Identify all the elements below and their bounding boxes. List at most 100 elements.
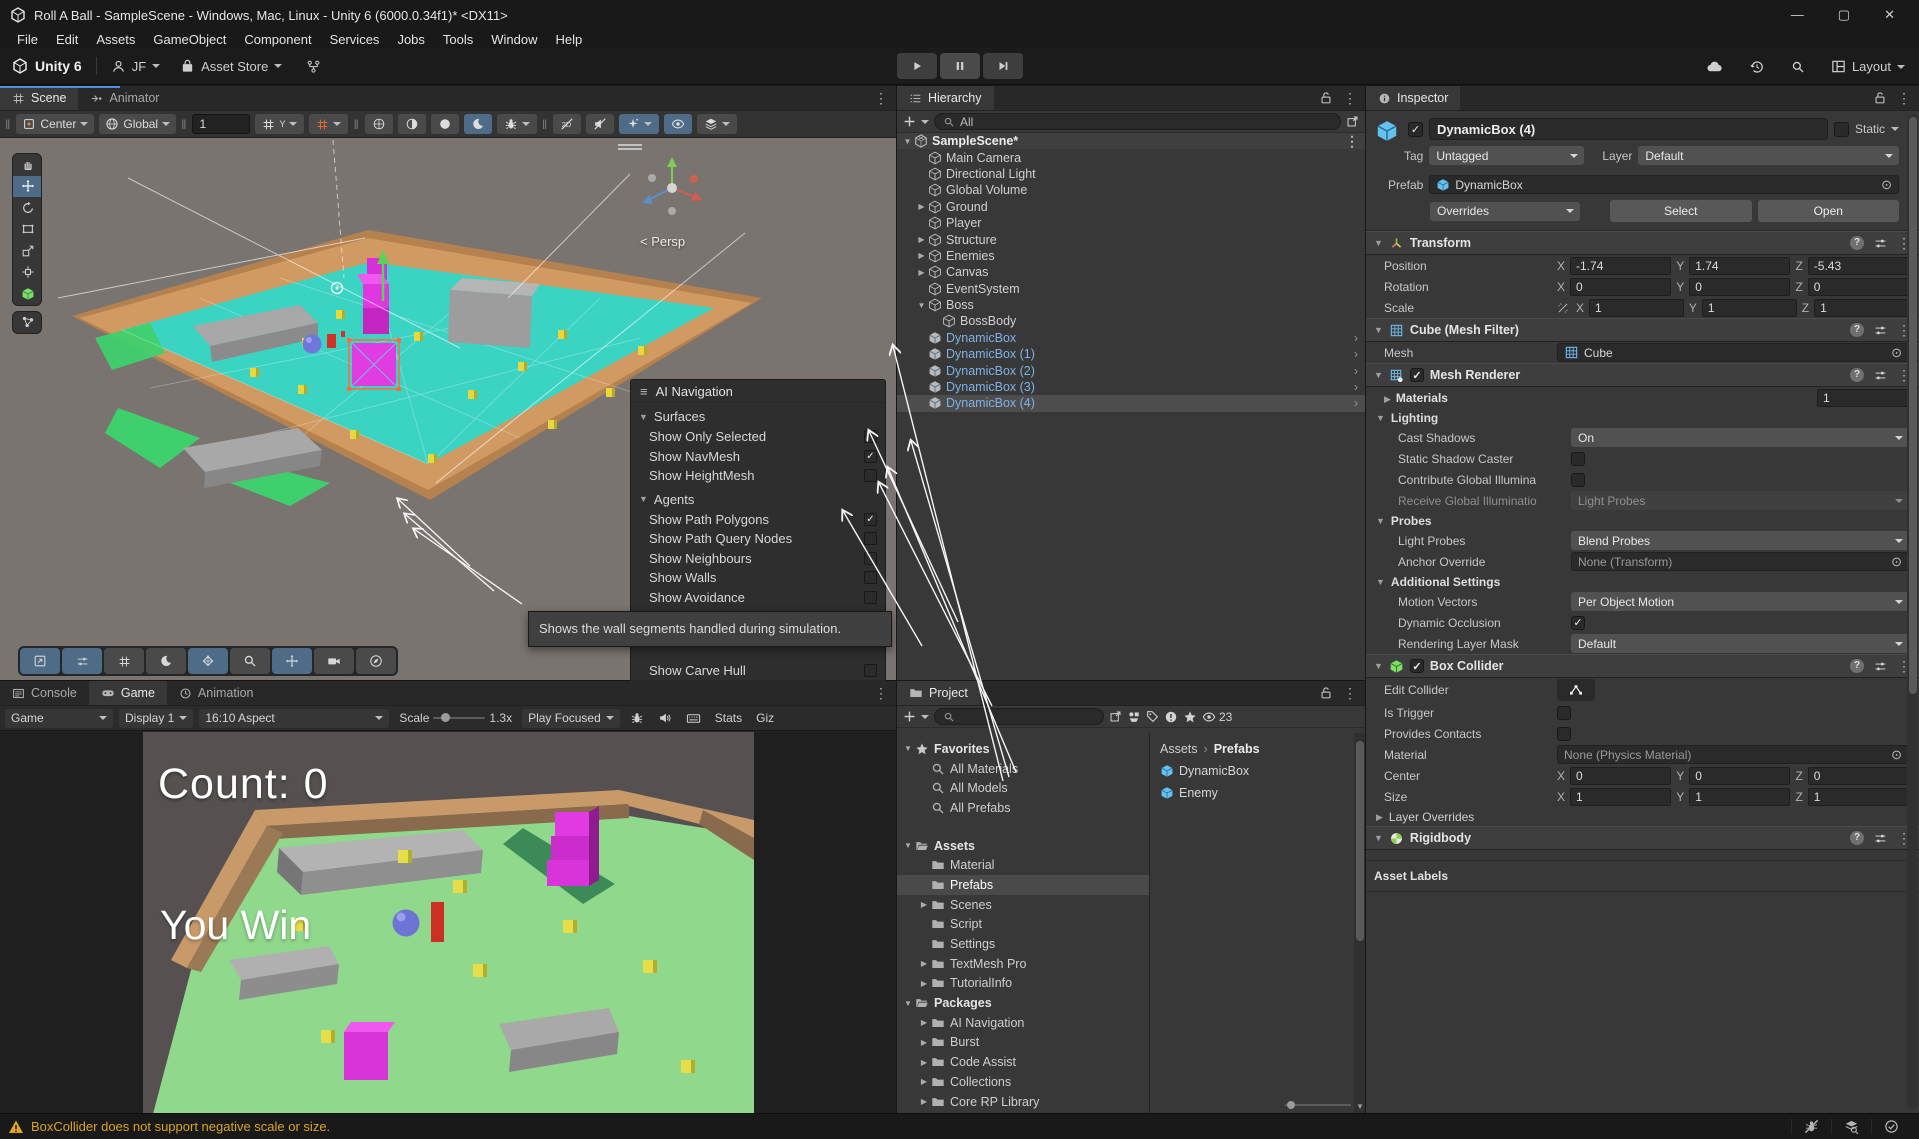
prefab-object-field[interactable]: DynamicBox ⊙ bbox=[1429, 175, 1899, 194]
prefab-open-chevron-icon[interactable]: › bbox=[1354, 396, 1358, 410]
hierarchy-item-enemies[interactable]: ▶ Enemies bbox=[897, 248, 1365, 264]
game-viewport[interactable]: Count: 0 You Win bbox=[0, 732, 896, 1114]
rect-tool[interactable] bbox=[13, 219, 41, 241]
display-dropdown[interactable]: Display 1 bbox=[119, 708, 194, 728]
checkbox-show-neighbours[interactable] bbox=[864, 551, 877, 565]
scale-tool[interactable] bbox=[13, 240, 41, 262]
filter-by-type-icon[interactable] bbox=[1127, 710, 1141, 724]
overlay-toolbar-handle[interactable]: ‖ bbox=[8, 654, 14, 669]
scene-effects-dropdown[interactable] bbox=[619, 114, 660, 134]
menu-component[interactable]: Component bbox=[235, 32, 320, 47]
object-field-material[interactable]: None (Physics Material) ⊙ bbox=[1557, 745, 1909, 764]
scene-orientation-gizmo[interactable] bbox=[630, 153, 710, 231]
checkbox-is-trigger[interactable] bbox=[1557, 705, 1571, 720]
hierarchy-item-player[interactable]: Player bbox=[897, 215, 1365, 231]
project-folder-code-assist[interactable]: ▶ Code Assist bbox=[897, 1052, 1149, 1072]
hierarchy-item-dynamicbox-2[interactable]: DynamicBox (2) › bbox=[897, 362, 1365, 378]
account-dropdown[interactable]: JF bbox=[111, 59, 161, 74]
scene-lighting-toggle[interactable] bbox=[364, 114, 393, 134]
ai-nav-option-show-path-query-nodes[interactable]: Show Path Query Nodes bbox=[631, 529, 885, 549]
search-tool[interactable] bbox=[230, 648, 271, 674]
preset-icon[interactable] bbox=[1874, 659, 1887, 673]
tab-animation[interactable]: Animation bbox=[167, 681, 266, 705]
project-folder-collections[interactable]: ▶ Collections bbox=[897, 1072, 1149, 1092]
checkbox-show-avoidance[interactable] bbox=[864, 590, 877, 604]
asset-labels-section[interactable]: Asset Labels bbox=[1366, 860, 1919, 892]
field-size-y[interactable]: 1 bbox=[1689, 787, 1791, 806]
display-target-dropdown[interactable]: Game bbox=[5, 708, 113, 728]
prefab-open-chevron-icon[interactable]: › bbox=[1354, 347, 1358, 361]
hierarchy-panel-menu-icon[interactable]: ⋮ bbox=[1343, 91, 1357, 105]
game-debug-icon[interactable] bbox=[626, 711, 648, 725]
overlay-drag-handle[interactable] bbox=[618, 144, 642, 150]
checkbox-provides-contacts[interactable] bbox=[1557, 726, 1571, 741]
scene-panel-menu-icon[interactable]: ⋮ bbox=[874, 91, 888, 105]
tab-console[interactable]: Console bbox=[0, 681, 89, 705]
help-icon[interactable]: ? bbox=[1850, 235, 1864, 250]
field-rotation-z[interactable]: 0 bbox=[1807, 277, 1909, 296]
checkbox-dynamic-occlusion[interactable]: ✓ bbox=[1571, 615, 1585, 630]
scene-menu-icon[interactable]: ⋮ bbox=[1345, 134, 1359, 148]
component-enabled-checkbox[interactable]: ✓ bbox=[1409, 659, 1424, 673]
grid-snap-toggle-button[interactable] bbox=[309, 114, 349, 134]
menu-file[interactable]: File bbox=[8, 32, 47, 47]
tab-animator[interactable]: Animator bbox=[78, 86, 171, 110]
create-add-icon[interactable] bbox=[903, 115, 916, 128]
hierarchy-search-input[interactable] bbox=[934, 113, 1341, 130]
filter-by-log-icon[interactable] bbox=[1164, 710, 1178, 724]
background-tasks-icon[interactable] bbox=[1871, 1119, 1911, 1134]
object-field-anchor-override[interactable]: None (Transform) ⊙ bbox=[1571, 552, 1909, 571]
toggle-2d-button[interactable]: 2D bbox=[553, 114, 582, 134]
unity-version-badge[interactable]: Unity 6 bbox=[12, 58, 82, 74]
dropdown-cast-shadows[interactable]: On bbox=[1571, 428, 1909, 447]
checkbox-show-heightmesh[interactable] bbox=[864, 469, 877, 483]
static-checkbox[interactable] bbox=[1833, 121, 1849, 137]
hierarchy-item-bossbody[interactable]: BossBody bbox=[897, 313, 1365, 329]
layout-dropdown[interactable]: Layout bbox=[1831, 59, 1905, 74]
object-picker-icon[interactable]: ⊙ bbox=[1891, 747, 1902, 763]
hierarchy-item-directional-light[interactable]: Directional Light bbox=[897, 166, 1365, 182]
component-header-transform[interactable]: ▼ Transform? ⋮ bbox=[1366, 231, 1919, 255]
inspector-panel-menu-icon[interactable]: ⋮ bbox=[1897, 91, 1911, 105]
favorites-filter-icon[interactable] bbox=[1183, 710, 1197, 724]
section-probes[interactable]: ▼ Probes bbox=[1366, 511, 1919, 530]
tool-handle-orientation-dropdown[interactable]: Global bbox=[99, 114, 177, 134]
project-search-input[interactable] bbox=[934, 708, 1104, 725]
select-button[interactable]: Select bbox=[1610, 200, 1752, 222]
scene-viewport[interactable]: < Persp ‖ ≡ AI Navigation ▼ Surfaces Show On… bbox=[0, 138, 896, 681]
menu-window[interactable]: Window bbox=[482, 32, 546, 47]
field-size-z[interactable]: 1 bbox=[1807, 787, 1909, 806]
object-field-mesh[interactable]: Cube ⊙ bbox=[1557, 343, 1909, 362]
menu-assets[interactable]: Assets bbox=[87, 32, 144, 47]
static-dropdown-caret[interactable] bbox=[1891, 127, 1899, 135]
open-in-new-window-icon[interactable] bbox=[1109, 710, 1122, 723]
field-rotation-y[interactable]: 0 bbox=[1689, 277, 1791, 296]
checkbox-static-shadow-caster[interactable] bbox=[1571, 451, 1585, 466]
perspective-label[interactable]: < Persp bbox=[640, 234, 685, 249]
step-button[interactable] bbox=[982, 53, 1023, 79]
help-icon[interactable]: ? bbox=[1850, 658, 1864, 673]
hierarchy-item-dynamicbox-1[interactable]: DynamicBox (1) › bbox=[897, 346, 1365, 362]
menu-edit[interactable]: Edit bbox=[47, 32, 87, 47]
ai-nav-option-show-avoidance[interactable]: Show Avoidance bbox=[631, 588, 885, 608]
ai-nav-option-show-navmesh[interactable]: Show NavMesh ✓ bbox=[631, 447, 885, 467]
dropdown-light-probes[interactable]: Blend Probes bbox=[1571, 531, 1909, 550]
asset-store-dropdown[interactable]: Asset Store bbox=[180, 59, 283, 74]
gizmos-dropdown[interactable]: Giz bbox=[752, 711, 778, 725]
cloud-services-icon[interactable] bbox=[1706, 58, 1723, 75]
compass-tool[interactable] bbox=[356, 648, 397, 674]
project-folder-packages[interactable]: ▼ Packages bbox=[897, 993, 1149, 1013]
foldout-layer-overrides[interactable]: ▶ Layer Overrides bbox=[1366, 807, 1919, 826]
aspect-ratio-dropdown[interactable]: 16:10 Aspect bbox=[199, 708, 390, 728]
filter-by-label-icon[interactable] bbox=[1146, 710, 1159, 723]
gameobject-name-field[interactable]: DynamicBox (4) bbox=[1429, 118, 1828, 140]
project-folder-prefabs[interactable]: Prefabs bbox=[897, 875, 1149, 895]
prefab-open-chevron-icon[interactable]: › bbox=[1354, 331, 1358, 345]
project-asset-enemy[interactable]: Enemy bbox=[1160, 783, 1355, 803]
import-activity-icon[interactable] bbox=[1831, 1119, 1871, 1134]
field-position-y[interactable]: 1.74 bbox=[1689, 256, 1791, 275]
checkbox-contribute-global-illumina[interactable] bbox=[1571, 472, 1585, 487]
project-add-caret[interactable] bbox=[921, 714, 929, 723]
project-folder-core-rp-library[interactable]: ▶ Core RP Library bbox=[897, 1092, 1149, 1112]
thumbnail-size-slider[interactable] bbox=[1285, 1100, 1351, 1109]
